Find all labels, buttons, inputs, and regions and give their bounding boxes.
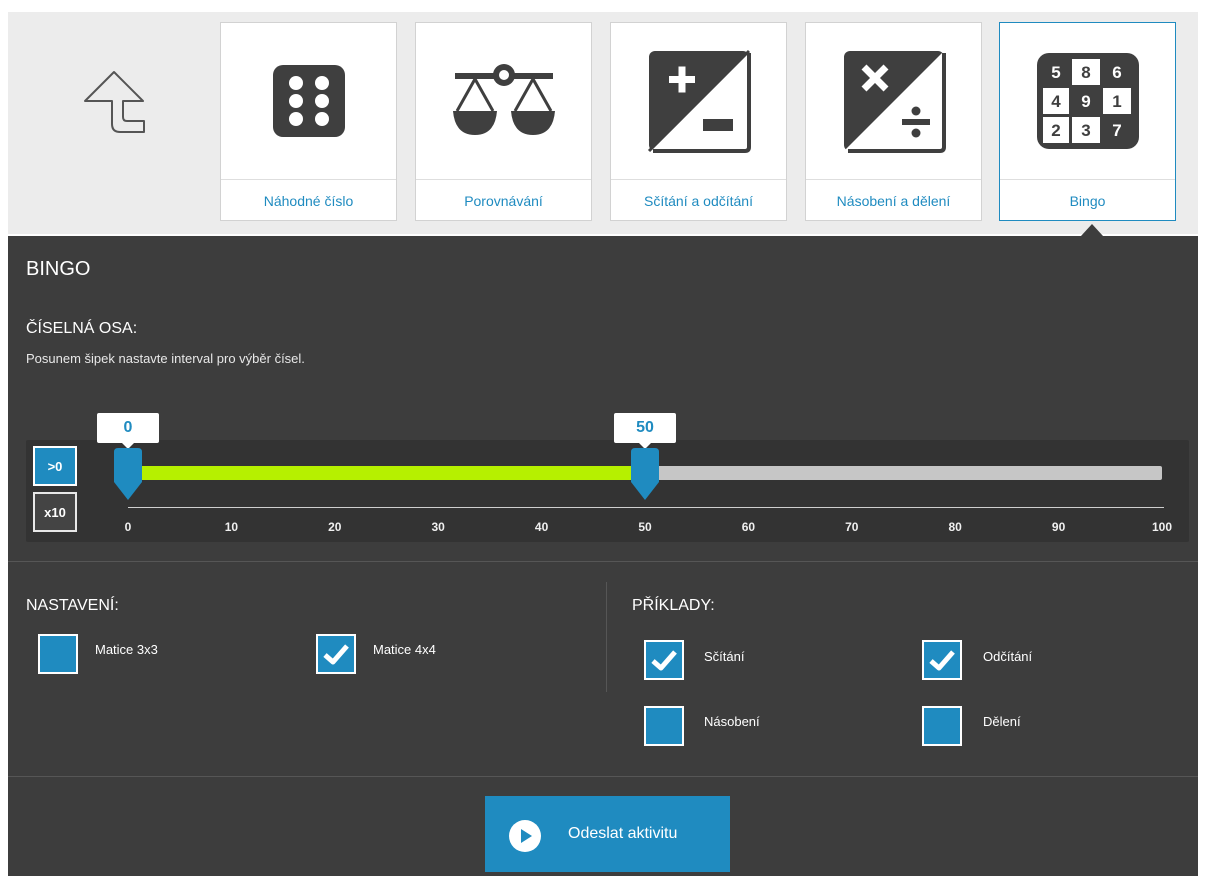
tile-label: Náhodné číslo <box>221 179 396 222</box>
matrix-3x3-checkbox[interactable] <box>38 634 78 674</box>
tile-label: Bingo <box>1000 179 1175 222</box>
bingo-number: 4 <box>1051 92 1061 111</box>
bingo-number: 5 <box>1051 63 1060 82</box>
times-ten-button[interactable]: x10 <box>33 492 77 532</box>
tile-comparison[interactable]: Porovnávání <box>415 22 592 221</box>
play-icon <box>509 820 541 852</box>
axis-tick-label: 80 <box>948 520 962 534</box>
matrix-4x4-label: Matice 4x4 <box>373 642 436 657</box>
subtraction-checkbox[interactable] <box>922 640 962 680</box>
bingo-grid-icon: 5 8 6 4 9 1 2 3 7 <box>1036 53 1139 149</box>
range-selected-fill <box>128 466 645 480</box>
range-min-label: 0 <box>97 413 159 449</box>
axis-line <box>128 507 1164 508</box>
axis-tick-label: 30 <box>431 520 445 534</box>
divider <box>8 561 1198 562</box>
division-checkbox[interactable] <box>922 706 962 746</box>
back-button[interactable] <box>8 12 213 222</box>
addition-label: Sčítání <box>704 649 745 664</box>
axis-tick-label: 0 <box>124 520 132 534</box>
active-tile-pointer <box>1081 224 1103 236</box>
axis-tick-label: 60 <box>741 520 756 534</box>
axis-tick-label: 70 <box>845 520 859 534</box>
settings-panel: BINGO ČÍSELNÁ OSA: Posunem šipek nastavt… <box>8 236 1198 876</box>
bingo-number: 8 <box>1081 63 1090 82</box>
submit-label: Odeslat aktivitu <box>568 825 678 842</box>
bingo-number: 1 <box>1112 92 1121 111</box>
settings-heading: NASTAVENÍ: <box>26 597 119 614</box>
column-divider <box>606 582 607 692</box>
tile-label: Násobení a dělení <box>806 179 981 222</box>
checkmark-icon <box>323 644 349 665</box>
divider <box>8 776 1198 777</box>
bingo-number: 3 <box>1081 121 1090 140</box>
tile-label: Porovnávání <box>416 179 591 222</box>
range-min-handle[interactable] <box>112 448 144 500</box>
bingo-number: 9 <box>1081 92 1090 111</box>
range-max-label: 50 <box>614 413 676 449</box>
axis-tick-label: 10 <box>224 520 239 534</box>
multiplication-checkbox[interactable] <box>644 706 684 746</box>
tile-random-number[interactable]: Náhodné číslo <box>220 22 397 221</box>
division-label: Dělení <box>983 714 1021 729</box>
matrix-4x4-checkbox[interactable] <box>316 634 356 674</box>
bingo-number: 7 <box>1112 121 1121 140</box>
tile-add-subtract[interactable]: Sčítání a odčítání <box>610 22 787 221</box>
bingo-number: 6 <box>1112 63 1121 82</box>
panel-title: BINGO <box>26 258 91 280</box>
scales-icon <box>452 64 555 135</box>
checkmark-icon <box>929 650 955 671</box>
back-arrow-icon <box>84 71 145 133</box>
subtraction-label: Odčítání <box>983 649 1033 664</box>
axis-tick-label: 100 <box>1151 520 1173 534</box>
range-max-handle[interactable] <box>629 448 661 500</box>
multiplication-label: Násobení <box>704 714 760 729</box>
checkmark-icon <box>651 650 677 671</box>
addition-checkbox[interactable] <box>644 640 684 680</box>
plus-minus-icon <box>647 49 751 153</box>
times-divide-icon <box>843 51 946 153</box>
axis-heading: ČÍSELNÁ OSA: <box>26 320 138 337</box>
axis-tick-label: 50 <box>638 520 652 534</box>
bingo-number: 2 <box>1051 121 1060 140</box>
number-line <box>26 440 1189 542</box>
tile-label: Sčítání a odčítání <box>611 179 786 222</box>
axis-tick-label: 90 <box>1051 520 1066 534</box>
positive-numbers-button[interactable]: >0 <box>33 446 77 486</box>
dice-icon <box>272 65 345 137</box>
tile-bingo[interactable]: 5 8 6 4 9 1 2 3 7 Bingo <box>999 22 1176 221</box>
submit-activity-button[interactable]: Odeslat aktivitu <box>485 796 730 872</box>
matrix-3x3-label: Matice 3x3 <box>95 642 158 657</box>
axis-description: Posunem šipek nastavte interval pro výbě… <box>26 351 305 366</box>
examples-heading: PŘÍKLADY: <box>632 597 715 614</box>
axis-tick-label: 40 <box>534 520 549 534</box>
tile-multiply-divide[interactable]: Násobení a dělení <box>805 22 982 221</box>
axis-tick-label: 20 <box>328 520 342 534</box>
